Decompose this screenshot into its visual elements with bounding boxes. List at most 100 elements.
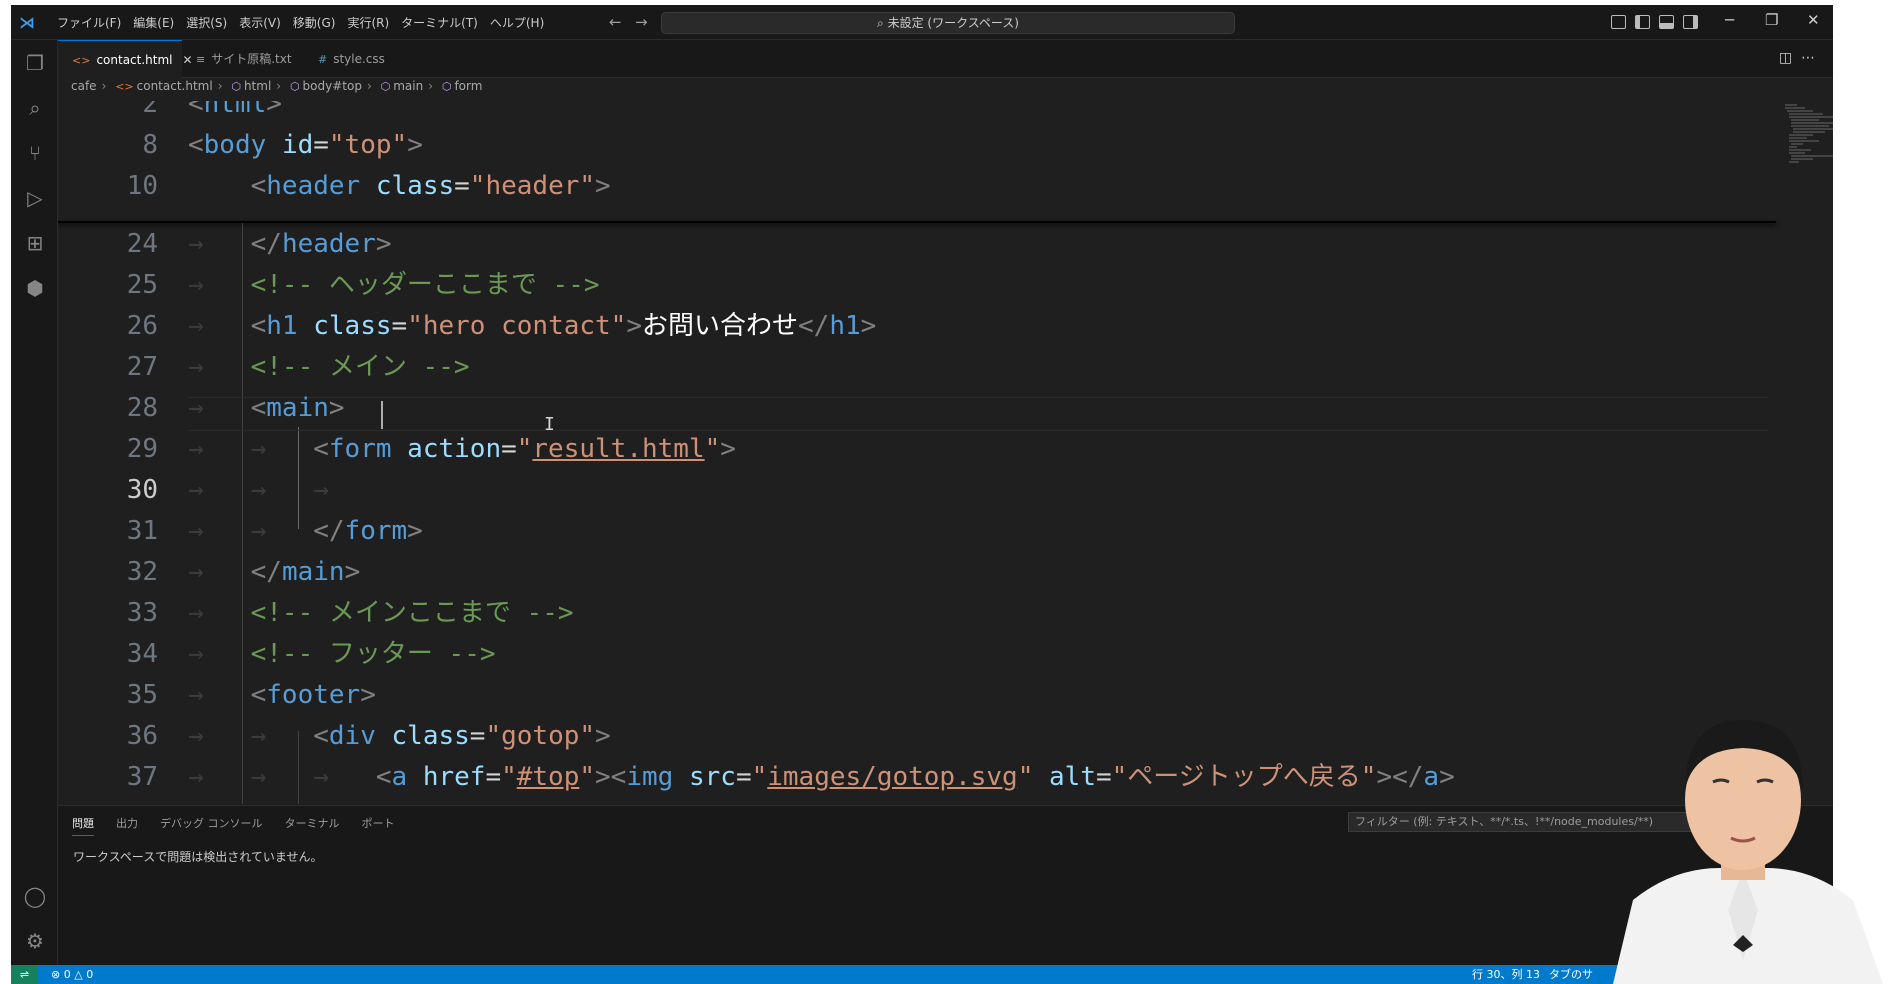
sticky-code-line[interactable]: 8 <body id="top"> xyxy=(58,128,1758,162)
arrow-right-icon[interactable]: → xyxy=(635,13,648,31)
breadcrumb-main[interactable]: main xyxy=(393,79,423,93)
code-editor[interactable]: 2 <html> 8 <body id="top"> 10 <header class=… xyxy=(58,101,1833,804)
tab-style-css[interactable]: # style.css xyxy=(304,40,404,78)
code-line[interactable]: 25 → <!-- ヘッダーここまで --> xyxy=(58,268,1758,302)
line-code: → → <form action="result.html"> xyxy=(188,432,736,466)
line-code: → <!-- フッター --> xyxy=(188,637,496,671)
explorer-icon[interactable]: ❐ xyxy=(22,50,48,76)
tab-label: contact.html xyxy=(96,53,173,67)
code-token: → xyxy=(188,311,251,341)
remote-icon[interactable]: ⇌ xyxy=(11,965,38,984)
code-token: " xyxy=(751,762,768,792)
customize-layout-icon[interactable] xyxy=(1611,15,1626,29)
menu-file[interactable]: ファイル(F) xyxy=(51,14,127,31)
tab-output[interactable]: 出力 xyxy=(116,815,138,836)
tab-ports[interactable]: ポート xyxy=(362,815,395,836)
code-token: action xyxy=(407,434,502,464)
code-line[interactable]: 34 → <!-- フッター --> xyxy=(58,637,1758,671)
menu-view[interactable]: 表示(V) xyxy=(233,14,287,31)
code-token: > xyxy=(375,229,392,259)
account-icon[interactable]: ◯ xyxy=(22,883,48,909)
code-line[interactable]: 24 → </header> xyxy=(58,227,1758,261)
breadcrumb-folder[interactable]: cafe xyxy=(71,79,97,93)
code-token: → xyxy=(188,639,251,669)
tab-contact-html[interactable]: <> contact.html ✕ xyxy=(58,40,193,78)
breadcrumb-html[interactable]: html xyxy=(244,79,271,93)
code-line[interactable]: 29 → → <form action="result.html"> xyxy=(58,432,1758,466)
line-number: 8 xyxy=(142,130,158,160)
code-token: > xyxy=(407,516,423,546)
minimap[interactable] xyxy=(1783,101,1833,181)
restore-icon[interactable]: ❐ xyxy=(1765,11,1778,29)
line-number: 24 xyxy=(126,229,158,259)
menu-go[interactable]: 移動(G) xyxy=(287,14,342,31)
breadcrumb-file[interactable]: contact.html xyxy=(137,79,213,93)
code-token: > xyxy=(328,393,345,423)
tab-site-draft-txt[interactable]: ≡ サイト原稿.txt xyxy=(182,40,304,78)
breadcrumb-body[interactable]: body#top xyxy=(303,79,362,93)
code-token: a xyxy=(391,762,408,792)
code-token: "ページトップへ戻る" xyxy=(1111,762,1377,792)
code-line[interactable]: 30 → → → xyxy=(58,473,1758,507)
code-line[interactable]: 32 → </main> xyxy=(58,555,1758,589)
code-token: " xyxy=(704,434,721,464)
sticky-code-line[interactable]: 10 <header class="header"> xyxy=(58,169,1758,203)
code-token: = xyxy=(1095,762,1112,792)
code-token: img xyxy=(626,762,674,792)
tab-problems[interactable]: 問題 xyxy=(72,815,94,836)
split-editor-icon[interactable]: ◫ xyxy=(1779,50,1792,66)
code-line[interactable]: 28 → <main> xyxy=(58,391,1758,425)
code-token: id xyxy=(281,130,314,160)
extensions-icon[interactable]: ⊞ xyxy=(22,230,48,256)
toggle-panel-icon[interactable] xyxy=(1659,15,1674,29)
settings-gear-icon[interactable]: ⚙ xyxy=(22,928,48,954)
more-actions-icon[interactable]: ⋯ xyxy=(1801,50,1815,66)
code-line[interactable]: 31 → → </form> xyxy=(58,514,1758,548)
code-line[interactable]: 36 → → <div class="gotop"> xyxy=(58,719,1758,753)
vscode-logo-icon: ⋊ xyxy=(19,13,35,32)
code-token: = xyxy=(454,171,470,201)
toggle-secondary-sidebar-icon[interactable] xyxy=(1683,15,1698,29)
code-token: " xyxy=(579,762,596,792)
code-line[interactable]: 33 → <!-- メインここまで --> xyxy=(58,596,1758,630)
problems-status[interactable]: ⊗ 0 △ 0 xyxy=(51,965,93,984)
tab-debug-console[interactable]: デバッグ コンソール xyxy=(160,815,263,836)
menu-run[interactable]: 実行(R) xyxy=(341,14,395,31)
menu-selection[interactable]: 選択(S) xyxy=(180,14,233,31)
toggle-primary-sidebar-icon[interactable] xyxy=(1635,15,1650,29)
menu-help[interactable]: ヘルプ(H) xyxy=(484,14,550,31)
minimize-icon[interactable]: ─ xyxy=(1725,11,1734,29)
element-icon: ⬡ xyxy=(289,80,300,93)
tab-size-indicator[interactable]: タブのサ xyxy=(1549,965,1593,984)
code-token: class xyxy=(313,311,392,341)
code-token: class xyxy=(391,721,470,751)
line-code: → → </form> xyxy=(188,514,423,548)
code-token: → → → xyxy=(188,762,376,792)
activity-bar: ❐ ⌕ ⑂ ▷ ⊞ ⬢ ◯ ⚙ xyxy=(11,40,58,965)
command-center-search[interactable]: ⌕ 未設定 (ワークスペース) xyxy=(661,12,1235,34)
arrow-left-icon[interactable]: ← xyxy=(609,13,622,31)
sticky-code-line[interactable]: 2 <html> xyxy=(58,101,1758,121)
code-token: → xyxy=(188,229,251,259)
code-line[interactable]: 37 → → → <a href="#top"><img src="images/… xyxy=(58,760,1758,794)
cursor-position[interactable]: 行 30、列 13 xyxy=(1472,965,1540,984)
code-line[interactable]: 26 → <h1 class="hero contact">お問い合わせ</h1> xyxy=(58,309,1758,343)
breadcrumb-form[interactable]: form xyxy=(454,79,482,93)
line-code: → <!-- メインここまで --> xyxy=(188,596,574,630)
line-number: 10 xyxy=(126,171,158,201)
css-file-icon: # xyxy=(318,53,328,66)
close-window-icon[interactable]: ✕ xyxy=(1807,11,1820,29)
search-icon[interactable]: ⌕ xyxy=(22,95,48,121)
tab-terminal[interactable]: ターミナル xyxy=(285,815,340,836)
run-debug-icon[interactable]: ▷ xyxy=(22,185,48,211)
code-line[interactable]: 35 → <footer> xyxy=(58,678,1758,712)
python-icon[interactable]: ⬢ xyxy=(22,275,48,301)
presenter-webcam-image xyxy=(1613,720,1883,984)
line-number: 32 xyxy=(126,557,158,587)
menu-terminal[interactable]: ターミナル(T) xyxy=(395,14,484,31)
code-token: main xyxy=(281,557,345,587)
code-line[interactable]: 27 → <!-- メイン --> xyxy=(58,350,1758,384)
menu-edit[interactable]: 編集(E) xyxy=(127,14,180,31)
source-control-icon[interactable]: ⑂ xyxy=(22,140,48,166)
